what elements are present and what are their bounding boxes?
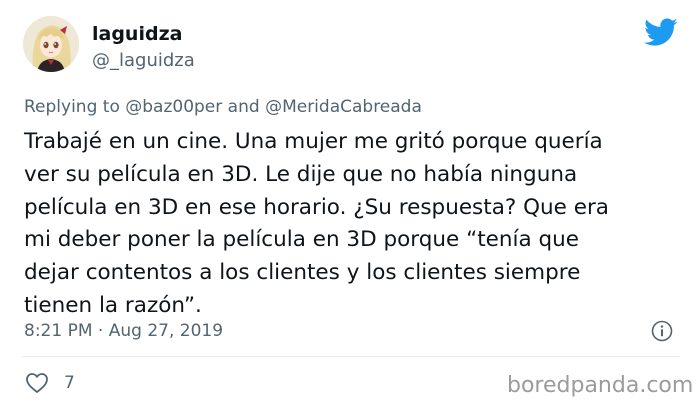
tweet-text-line: tienen la razón”. xyxy=(24,292,202,318)
tweet-text-line: dejar contentos a los clientes y los cli… xyxy=(24,260,581,286)
twitter-bird-icon[interactable] xyxy=(644,18,678,48)
tweet-time: 8:21 PM xyxy=(24,321,93,341)
tweet-text-line: Trabajé en un cine. Una mujer me gritó p… xyxy=(24,129,603,154)
avatar[interactable] xyxy=(23,16,79,72)
heart-svg xyxy=(26,373,48,393)
and-label: and xyxy=(227,97,260,117)
twitter-bird-svg xyxy=(644,18,678,46)
watermark: boredpanda.com xyxy=(507,373,694,398)
tweet-text-line: película en 3D en ese horario. ¿Su respu… xyxy=(24,194,609,220)
display-name[interactable]: laguidza xyxy=(92,22,182,46)
avatar-illustration xyxy=(23,16,79,72)
info-circle-icon[interactable] xyxy=(651,320,673,342)
tweet-card: laguidza @_laguidza Replying to @baz00pe… xyxy=(0,0,700,410)
tweet-text: Trabajé en un cine. Una mujer me gritó p… xyxy=(24,126,684,323)
like-count: 7 xyxy=(64,373,75,393)
divider xyxy=(22,356,680,357)
tweet-timestamp[interactable]: 8:21 PM · Aug 27, 2019 xyxy=(24,320,223,342)
mention-link[interactable]: @baz00per xyxy=(125,97,222,117)
tweet-text-line: mi deber poner la película en 3D porque … xyxy=(24,227,580,253)
meta-separator: · xyxy=(97,321,104,341)
replying-to-label: Replying to xyxy=(24,97,120,117)
replying-to-line: Replying to @baz00per and @MeridaCabread… xyxy=(24,96,422,118)
tweet-date: Aug 27, 2019 xyxy=(108,321,224,341)
info-circle-svg xyxy=(651,320,673,342)
user-handle[interactable]: @_laguidza xyxy=(92,50,195,72)
mention-link[interactable]: @MeridaCabreada xyxy=(265,97,422,117)
heart-icon[interactable] xyxy=(25,372,49,394)
tweet-text-line: ver su película en 3D. Le dije que no ha… xyxy=(24,161,578,187)
